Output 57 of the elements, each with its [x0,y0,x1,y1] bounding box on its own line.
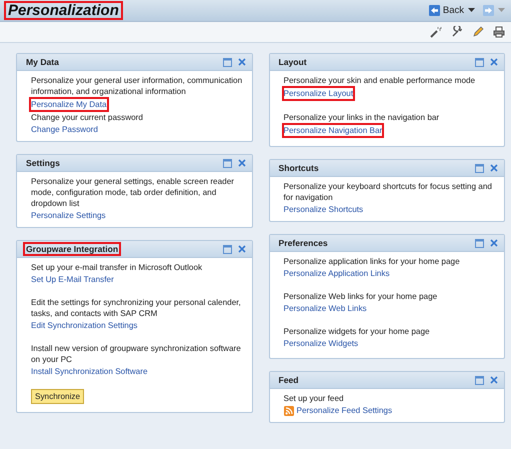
feed-icon [284,406,294,416]
link[interactable]: Personalize Application Links [282,267,391,280]
close-icon[interactable] [238,58,246,66]
panel-title: Layout [278,56,308,69]
panel-title: Groupware Integration [23,242,122,256]
close-icon[interactable] [490,58,498,66]
link[interactable]: Personalize Shortcuts [282,203,364,216]
description-text: Personalize your links in the navigation bar [284,112,440,123]
description-text: Personalize widgets for your home page [284,326,430,337]
close-icon[interactable] [238,159,246,167]
link[interactable]: Personalize Web Links [282,302,368,315]
wrench-icon[interactable] [451,26,463,38]
description-text: Set up your e-mail transfer in Microsoft Outlook [31,262,202,273]
link[interactable]: Personalize My Data [29,97,109,112]
minimize-icon[interactable] [222,58,232,66]
minimize-icon[interactable] [222,244,232,254]
forward-arrow-icon[interactable] [483,5,494,16]
panel-title: My Data [25,56,60,69]
minimize-icon[interactable] [475,238,484,248]
back-arrow-icon [428,5,440,16]
link[interactable]: Personalize Settings [30,209,107,222]
minimize-icon[interactable] [222,158,232,168]
description-text: Personalize your general user information, communication information, and organizational information [31,75,244,97]
description-text: Set up your feed [284,393,344,404]
link[interactable]: Personalize Navigation Bar [282,123,384,138]
description-text: Personalize application links for your home page [284,256,460,267]
close-icon[interactable] [490,164,498,172]
pencil-icon[interactable] [472,26,484,38]
close-icon[interactable] [238,245,246,253]
close-icon[interactable] [490,376,498,384]
close-icon[interactable] [490,239,498,247]
description-text: Edit the settings for synchronizing your personal calender, tasks, and contacts with SAP CRM [31,297,242,319]
minimize-icon[interactable] [475,58,484,66]
printer-icon[interactable] [493,26,505,38]
panel-title: Feed [278,374,300,387]
link[interactable]: Edit Synchronization Settings [30,319,138,332]
panel-title: Shortcuts [278,162,320,175]
page-title: Personalization [4,1,123,20]
description-text: Personalize your general settings, enable screen reader mode, configuration mode, tab order definition, and dropdown list [31,176,235,209]
description-text: Personalize your keyboard shortcuts for focus setting and for navigation [284,181,493,203]
description-text: Change your current password [31,112,143,123]
description-text: Personalize Web links for your home page [284,291,438,302]
link[interactable]: Set Up E-Mail Transfer [30,273,115,286]
link[interactable]: Change Password [30,123,99,136]
link[interactable]: Personalize Widgets [282,337,360,350]
wand-icon[interactable] [430,26,442,38]
minimize-icon[interactable] [475,376,484,384]
description-text: Install new version of groupware synchronization software on your PC [31,343,242,365]
back-button[interactable]: Back [428,5,464,16]
panel-title: Preferences [278,237,329,250]
panel-title: Settings [25,157,61,170]
description-text: Personalize your skin and enable performance mode [284,75,476,86]
caret-icon[interactable] [468,8,475,13]
synchronize-button[interactable]: Synchronize [31,389,84,404]
link[interactable]: Install Synchronization Software [30,365,149,378]
link[interactable]: Personalize Feed Settings [296,404,394,417]
minimize-icon[interactable] [475,164,484,172]
